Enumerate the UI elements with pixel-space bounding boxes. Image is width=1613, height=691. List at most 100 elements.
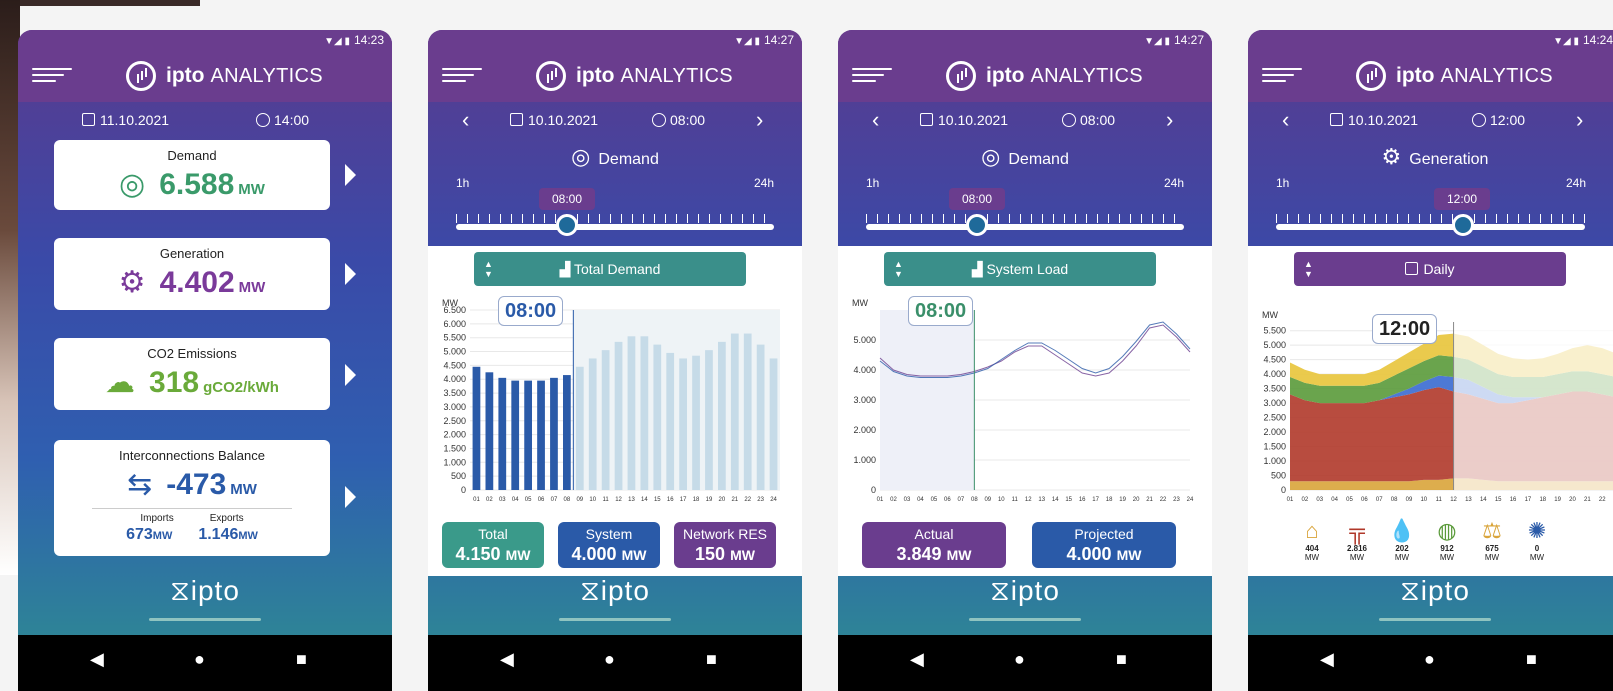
date-time-row: 11.10.2021 14:00 — [18, 112, 392, 132]
recents-icon[interactable]: ■ — [1116, 649, 1127, 670]
time-picker[interactable]: 08:00 — [652, 112, 705, 128]
prev-day-icon[interactable]: ‹ — [1282, 109, 1289, 131]
bar — [511, 380, 520, 490]
signal-icon: ▼◢ ▮ — [324, 36, 350, 47]
co2-card[interactable]: CO2 Emissions ☁ 318 gCO2/kWh — [54, 338, 330, 410]
y-tick-label: 5.500 — [1263, 326, 1286, 336]
next-day-icon[interactable]: › — [1166, 109, 1173, 131]
date-time-row: ‹ 10.10.2021 12:00 › — [1248, 109, 1613, 132]
chart-type-selector[interactable]: ▲ ▼ ▟ System Load — [884, 252, 1156, 286]
x-tick-label: 19 — [706, 497, 713, 503]
time-picker[interactable]: 12:00 — [1472, 112, 1525, 128]
menu-icon[interactable] — [442, 68, 482, 84]
x-tick-label: 03 — [499, 497, 506, 503]
projected-chip[interactable]: Projected 4.000 MW — [1032, 522, 1176, 568]
co2-label: CO2 Emissions — [147, 346, 237, 361]
back-icon[interactable]: ◀ — [90, 649, 104, 670]
hour-slider[interactable]: 1h 24h 12:00 — [1276, 176, 1613, 236]
x-tick-label: 18 — [1106, 497, 1113, 503]
bar — [705, 350, 713, 490]
next-day-icon[interactable]: › — [1576, 109, 1583, 131]
hour-slider[interactable]: 1h 24h 08:00 — [456, 176, 774, 236]
x-tick-label: 05 — [931, 497, 938, 503]
x-tick-label: 06 — [1361, 497, 1368, 503]
x-tick-label: 15 — [1065, 497, 1072, 503]
menu-icon[interactable] — [852, 68, 892, 84]
clock-text: 14:23 — [353, 33, 384, 47]
home-icon[interactable]: ● — [194, 649, 205, 670]
actual-chip[interactable]: Actual 3.849 MW — [862, 522, 1006, 568]
bar — [718, 341, 726, 490]
slider-handle[interactable] — [966, 214, 988, 236]
menu-icon[interactable] — [32, 68, 72, 84]
y-tick-label: 0 — [1281, 485, 1286, 495]
y-tick-label: 3.000 — [1263, 398, 1286, 408]
slider-handle[interactable] — [1452, 214, 1474, 236]
x-tick-label: 15 — [1495, 497, 1502, 503]
clock-icon — [1062, 113, 1076, 127]
bar — [575, 366, 584, 490]
demand-card[interactable]: Demand ◎ 6.588 MW — [54, 140, 330, 210]
x-tick-label: 09 — [1406, 497, 1413, 503]
slider-value-bubble: 08:00 — [539, 188, 595, 210]
generation-arrow-icon[interactable] — [345, 263, 356, 285]
recents-icon[interactable]: ■ — [1526, 649, 1537, 670]
y-tick-label: 3.500 — [1263, 384, 1286, 394]
total-chip[interactable]: Total 4.150 MW — [442, 522, 544, 568]
back-icon[interactable]: ◀ — [1320, 649, 1334, 670]
menu-icon[interactable] — [1262, 68, 1302, 84]
y-tick-label: 3.000 — [443, 402, 466, 412]
prev-day-icon[interactable]: ‹ — [462, 109, 469, 131]
y-tick-label: 5.000 — [853, 335, 876, 345]
back-icon[interactable]: ◀ — [910, 649, 924, 670]
status-bar: ▼◢ ▮ 14:27 — [838, 30, 1212, 50]
slider-handle[interactable] — [556, 214, 578, 236]
bar-chart-icon: ▟ — [559, 261, 574, 277]
demand-arrow-icon[interactable] — [345, 164, 356, 186]
android-nav-bar: ◀ ● ■ — [428, 635, 802, 691]
home-icon[interactable]: ● — [604, 649, 615, 670]
system-chip[interactable]: System 4.000 MW — [558, 522, 660, 568]
prev-day-icon[interactable]: ‹ — [872, 109, 879, 131]
x-tick-label: 13 — [628, 497, 635, 503]
date-picker[interactable]: 10.10.2021 — [920, 112, 1008, 128]
android-nav-bar: ◀ ● ■ — [838, 635, 1212, 691]
time-picker[interactable]: 14:00 — [256, 112, 309, 128]
turbine-icon: ✺ — [1527, 518, 1547, 543]
chart-time-label: 12:00 — [1372, 314, 1438, 344]
recents-icon[interactable]: ■ — [296, 649, 307, 670]
x-tick-label: 19 — [1119, 497, 1126, 503]
y-tick-label: 5.000 — [443, 347, 466, 357]
footer-logo: ⧖ipto — [170, 575, 240, 606]
app-bar: ipto ANALYTICS — [428, 50, 802, 102]
interconnections-arrow-icon[interactable] — [345, 486, 356, 508]
x-tick-label: 01 — [877, 497, 884, 503]
bar — [614, 341, 623, 490]
bar — [537, 380, 545, 490]
hour-slider[interactable]: 1h 24h 08:00 — [866, 176, 1184, 236]
generation-card[interactable]: Generation ⚙ 4.402 MW — [54, 238, 330, 310]
recents-icon[interactable]: ■ — [706, 649, 717, 670]
x-tick-label: 22 — [744, 497, 751, 503]
network-res-chip[interactable]: Network RES 150 MW — [674, 522, 776, 568]
next-day-icon[interactable]: › — [756, 109, 763, 131]
y-tick-label: 0 — [871, 485, 876, 495]
co2-arrow-icon[interactable] — [345, 364, 356, 386]
interconnections-label: Interconnections Balance — [119, 448, 265, 463]
date-picker[interactable]: 10.10.2021 — [510, 112, 598, 128]
interconnections-card[interactable]: Interconnections Balance ⇆ -473 MW Imports… — [54, 440, 330, 556]
ipto-logo-icon — [1356, 61, 1386, 91]
bar — [743, 333, 752, 490]
period-selector[interactable]: ▲ ▼ Daily — [1294, 252, 1566, 286]
date-picker[interactable]: 11.10.2021 — [82, 112, 169, 128]
home-icon[interactable]: ● — [1014, 649, 1025, 670]
x-tick-label: 22 — [1599, 497, 1606, 503]
x-tick-label: 17 — [1092, 497, 1099, 503]
home-icon[interactable]: ● — [1424, 649, 1435, 670]
time-picker[interactable]: 08:00 — [1062, 112, 1115, 128]
hydro-drop-icon: 💧 — [1388, 518, 1416, 543]
chart-type-selector[interactable]: ▲ ▼ ▟ Total Demand — [474, 252, 746, 286]
date-picker[interactable]: 10.10.2021 — [1330, 112, 1418, 128]
co2-value: 318 — [149, 366, 200, 399]
back-icon[interactable]: ◀ — [500, 649, 514, 670]
